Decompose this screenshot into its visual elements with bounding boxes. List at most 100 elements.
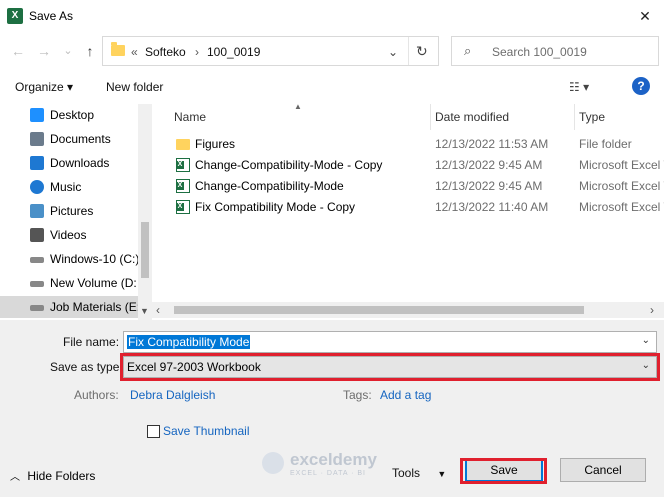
save-thumbnail-label[interactable]: Save Thumbnail <box>163 424 250 438</box>
excel-file-icon: X <box>176 158 190 172</box>
file-date-modified: 12/13/2022 11:53 AM <box>435 137 549 151</box>
cancel-button[interactable]: Cancel <box>560 458 646 482</box>
drive-icon <box>30 305 44 311</box>
desktop-icon <box>30 108 44 122</box>
file-row[interactable]: X Fix Compatibility Mode - Copy 12/13/2022… <box>172 197 664 218</box>
sidebar-item-label: Downloads <box>50 156 110 170</box>
sidebar-item-documents[interactable]: Documents <box>0 128 138 150</box>
file-name: Change-Compatibility-Mode <box>195 179 344 193</box>
organize-button[interactable]: Organize ▾ <box>15 80 73 94</box>
file-type: Microsoft Excel W <box>579 179 664 193</box>
file-list: ▲ Name Date modified Type Figures 12/13/2… <box>152 102 664 320</box>
search-placeholder[interactable]: Search 100_0019 <box>492 45 587 59</box>
file-date-modified: 12/13/2022 9:45 AM <box>435 179 543 193</box>
sidebar-item-label: Videos <box>50 228 87 242</box>
file-name: Change-Compatibility-Mode - Copy <box>195 158 383 172</box>
file-date-modified: 12/13/2022 9:45 AM <box>435 158 543 172</box>
file-date-modified: 12/13/2022 11:40 AM <box>435 200 549 214</box>
sidebar-item-label: Pictures <box>50 204 94 218</box>
excel-file-icon: X <box>176 200 190 214</box>
breadcrumb-overflow-icon[interactable]: « <box>131 45 138 59</box>
column-header-type[interactable]: Type <box>579 110 605 124</box>
view-options-icon[interactable]: ☷ ▾ <box>569 80 589 94</box>
tools-label: Tools <box>392 466 421 480</box>
file-row[interactable]: X Change-Compatibility-Mode 12/13/2022 9:4… <box>172 176 664 197</box>
refresh-icon[interactable]: ↻ <box>416 43 428 60</box>
column-header-date-modified[interactable]: Date modified <box>435 110 509 124</box>
excel-app-icon: X <box>7 8 23 24</box>
downloads-icon <box>30 156 44 170</box>
navigation-pane: Desktop Documents Downloads Music Pictures Vi… <box>0 104 152 320</box>
column-divider[interactable] <box>574 104 575 130</box>
sidebar-item-label: Music <box>50 180 82 194</box>
file-type: File folder <box>579 137 632 151</box>
file-row[interactable]: X Change-Compatibility-Mode - Copy 12/13/2… <box>172 155 664 176</box>
file-name: Fix Compatibility Mode - Copy <box>195 200 356 214</box>
address-bar[interactable]: « Softeko › 100_0019 ⌄ ↻ <box>102 36 439 66</box>
search-box[interactable]: ⌕ Search 100_0019 <box>451 36 659 66</box>
sidebar-item-windows-10-c[interactable]: Windows-10 (C:) <box>0 248 139 270</box>
sort-ascending-icon: ▲ <box>294 102 302 111</box>
breadcrumb-separator-icon: › <box>195 45 199 59</box>
scroll-down-icon[interactable]: ▼ <box>140 306 149 316</box>
back-arrow-icon[interactable]: ← <box>8 42 28 60</box>
sidebar-item-label: Documents <box>50 132 111 146</box>
sidebar-item-pictures[interactable]: Pictures <box>0 200 138 222</box>
file-row[interactable]: Figures 12/13/2022 11:53 AM File folder <box>172 134 664 155</box>
save-as-type-label: Save as type: <box>50 360 123 374</box>
tags-label: Tags: <box>343 388 372 402</box>
tools-button[interactable]: Tools ▼ <box>392 466 446 480</box>
file-list-horizontal-scrollbar[interactable]: ‹ › <box>152 302 664 318</box>
hide-folders-button[interactable]: ︿ Hide Folders <box>10 468 95 483</box>
sidebar-item-label: New Volume (D: <box>50 276 137 290</box>
recent-locations-chevron-icon[interactable]: ⌄ <box>58 42 78 60</box>
save-options-panel: File name: Fix Compatibility Mode ⌄ Save… <box>0 320 664 497</box>
sidebar-item-new-volume-d[interactable]: New Volume (D: <box>0 272 138 294</box>
column-header-name[interactable]: Name <box>174 110 206 124</box>
scroll-left-icon[interactable]: ‹ <box>156 303 160 317</box>
pictures-icon <box>30 204 44 218</box>
address-dropdown-icon[interactable]: ⌄ <box>388 45 398 59</box>
watermark-tagline: EXCEL · DATA · BI <box>290 470 366 477</box>
sidebar-item-downloads[interactable]: Downloads <box>0 152 138 174</box>
sidebar-item-label: Desktop <box>50 108 95 122</box>
nav-scrollbar-thumb[interactable] <box>141 222 149 278</box>
new-folder-button[interactable]: New folder <box>106 80 163 94</box>
help-icon[interactable]: ? <box>632 77 650 95</box>
tools-dropdown-icon: ▼ <box>437 469 447 479</box>
file-name-value[interactable]: Fix Compatibility Mode <box>127 335 251 349</box>
sidebar-item-music[interactable]: Music <box>0 176 138 198</box>
save-thumbnail-checkbox[interactable] <box>147 425 160 438</box>
sidebar-item-desktop[interactable]: Desktop <box>0 104 138 126</box>
column-divider[interactable] <box>430 104 431 130</box>
breadcrumb-100-0019[interactable]: 100_0019 <box>207 45 260 59</box>
close-icon[interactable]: ✕ <box>626 0 664 32</box>
title-bar: X Save As ✕ <box>0 0 664 32</box>
exceldemy-logo-icon <box>262 452 284 474</box>
forward-arrow-icon[interactable]: → <box>34 42 54 60</box>
file-type: Microsoft Excel W <box>579 158 664 172</box>
horizontal-scrollbar-thumb[interactable] <box>174 306 584 314</box>
file-name-dropdown-icon[interactable]: ⌄ <box>642 335 650 346</box>
nav-scrollbar[interactable]: ▼ <box>138 104 152 320</box>
folder-icon <box>176 139 190 150</box>
up-arrow-icon[interactable]: ↑ <box>80 42 100 60</box>
sidebar-item-videos[interactable]: Videos <box>0 224 138 246</box>
file-name: Figures <box>195 137 236 151</box>
file-type: Microsoft Excel W <box>579 200 664 214</box>
excel-file-icon: X <box>176 179 190 193</box>
navigation-bar: ← → ⌄ ↑ « Softeko › 100_0019 ⌄ ↻ ⌕ Searc… <box>0 32 664 70</box>
file-name-label: File name: <box>63 335 120 349</box>
hide-folders-label: Hide Folders <box>27 469 96 483</box>
tags-value[interactable]: Add a tag <box>380 388 431 402</box>
sidebar-item-label: Job Materials (E: <box>50 300 141 314</box>
chevron-up-icon: ︿ <box>10 472 20 483</box>
authors-label: Authors: <box>74 388 119 402</box>
scroll-right-icon[interactable]: › <box>650 303 654 317</box>
sidebar-item-job-materials-e[interactable]: Job Materials (E: <box>0 296 141 318</box>
save-as-type-highlight <box>120 353 660 381</box>
breadcrumb-softeko[interactable]: Softeko <box>145 45 186 59</box>
documents-icon <box>30 132 44 146</box>
file-name-input[interactable]: Fix Compatibility Mode ⌄ <box>123 331 657 353</box>
authors-value[interactable]: Debra Dalgleish <box>130 388 215 402</box>
